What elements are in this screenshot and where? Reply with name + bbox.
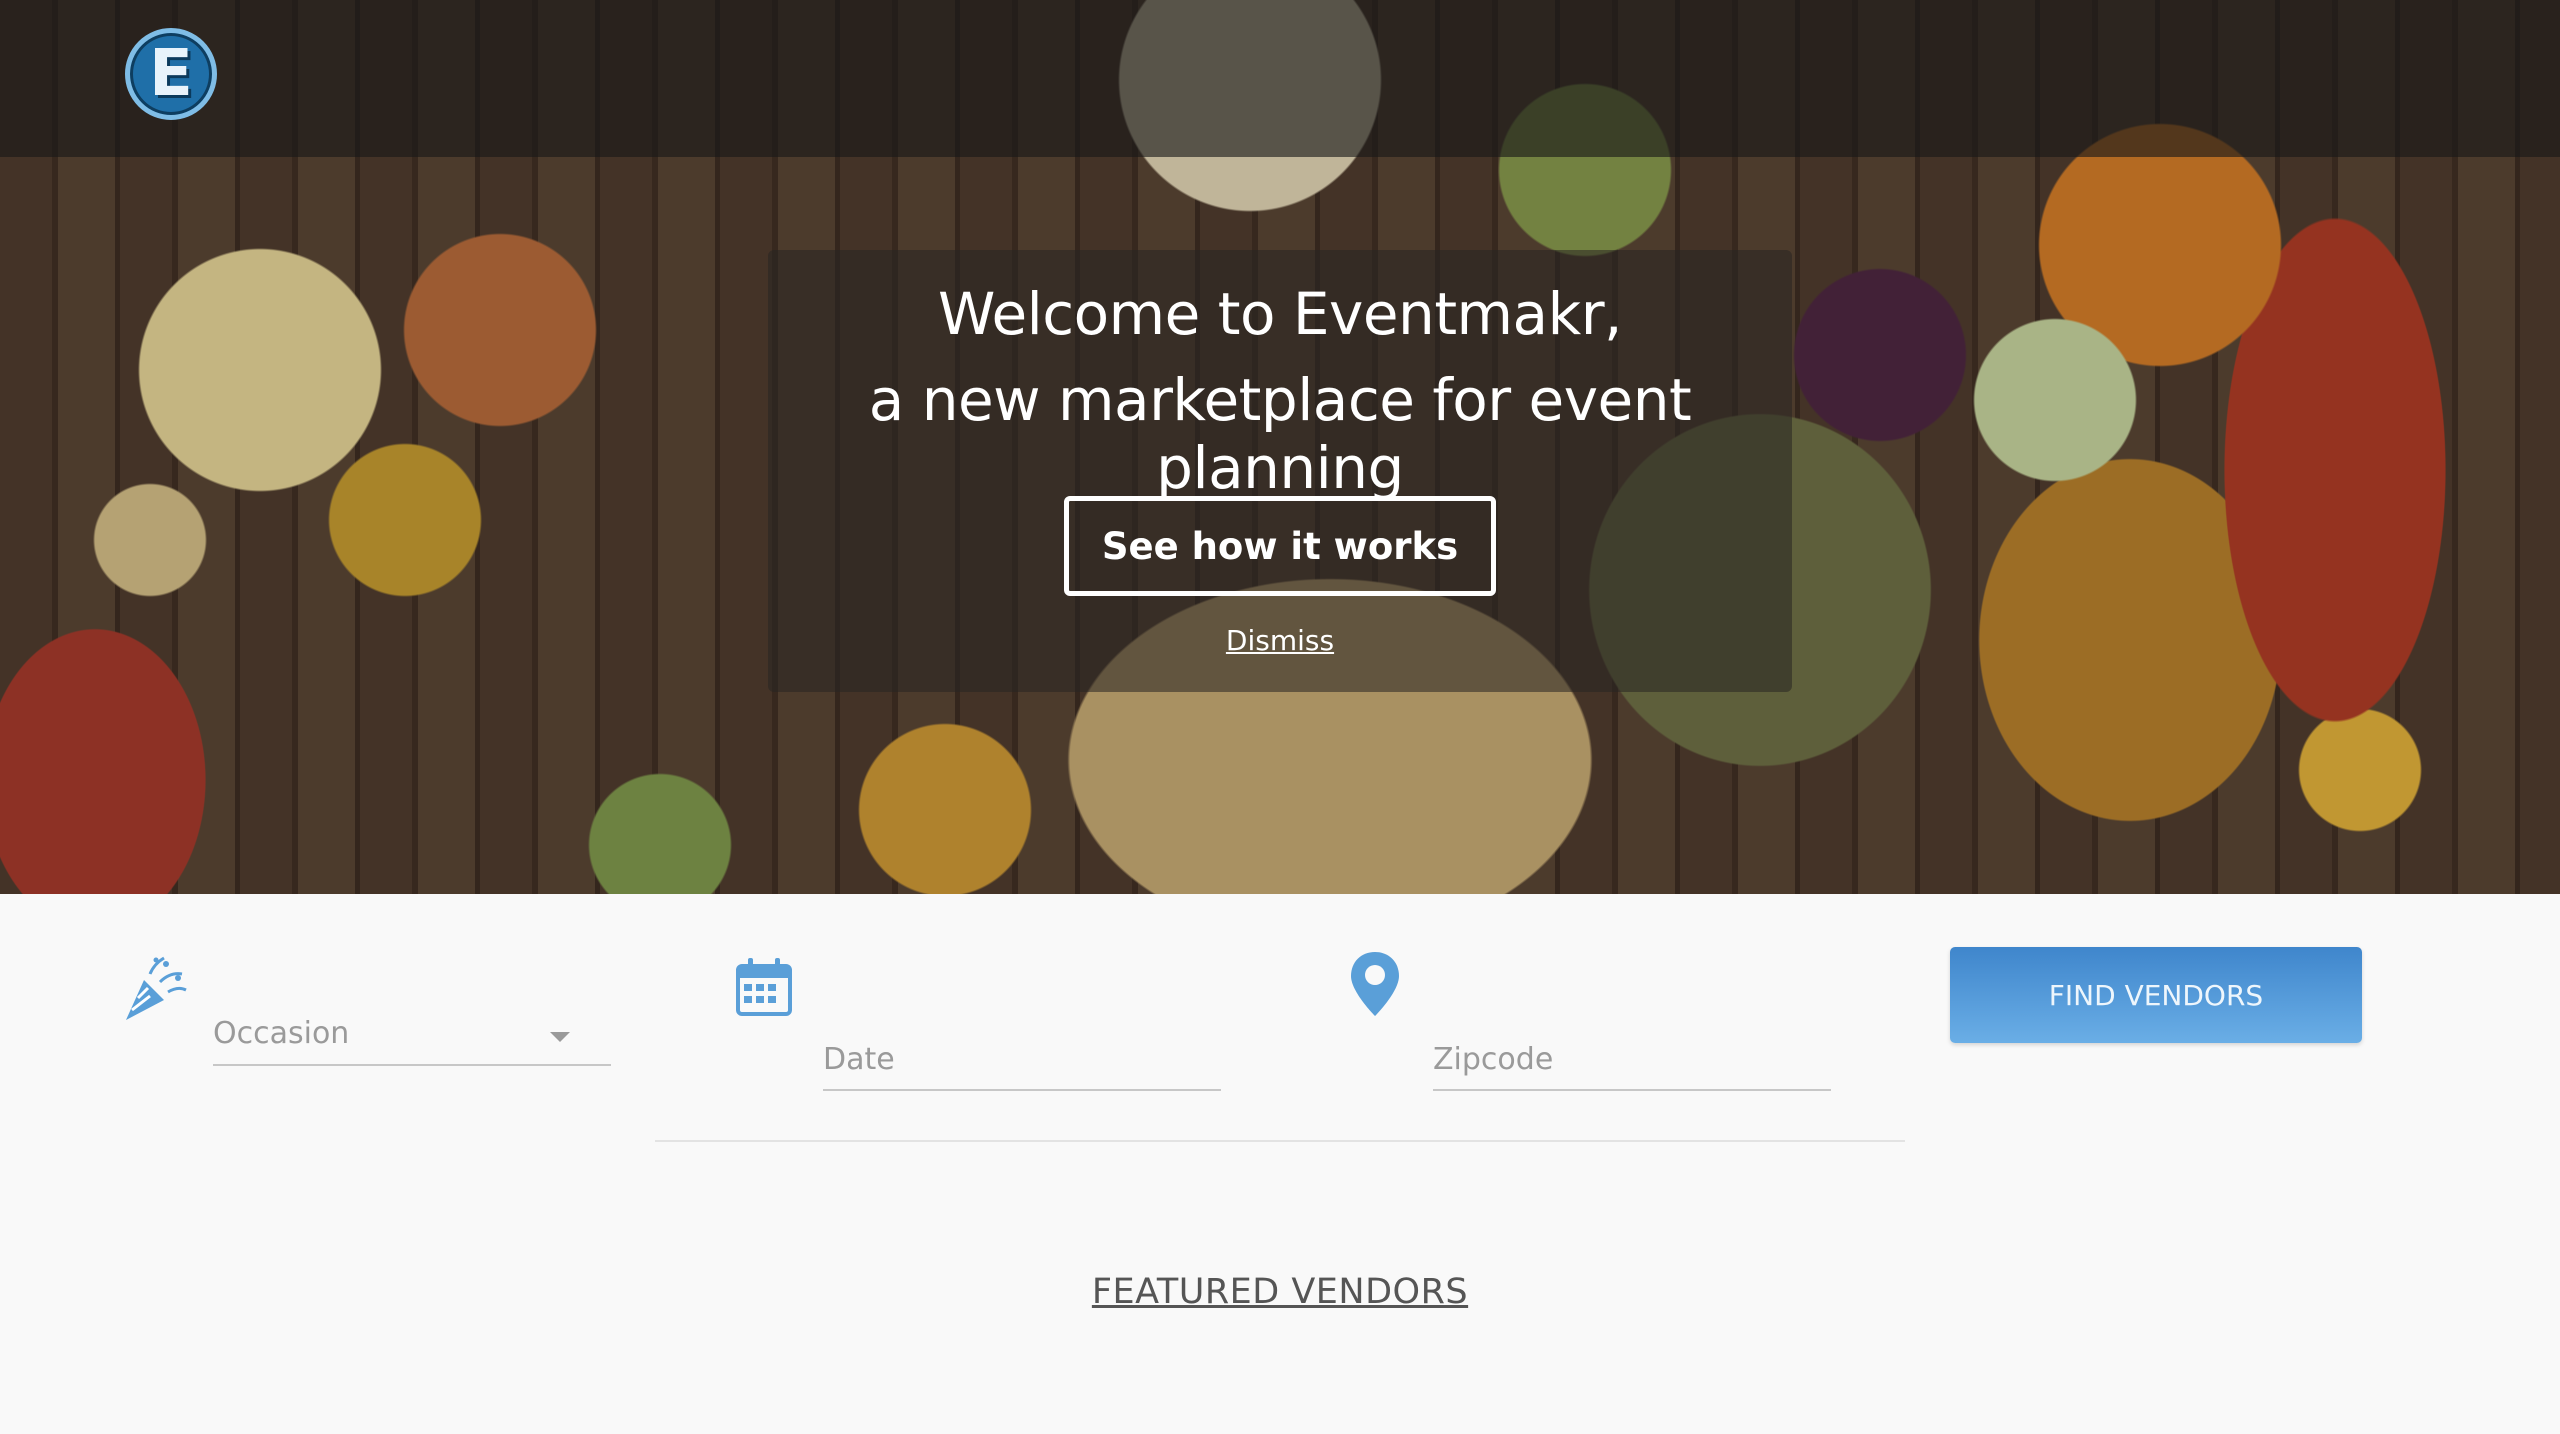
zipcode-input[interactable]: Zipcode [1433,1042,1553,1077]
section-divider [655,1140,1905,1142]
occasion-underline [213,1064,611,1066]
find-vendors-button[interactable]: FIND VENDORS [1950,947,2362,1043]
featured-vendors-heading[interactable]: FEATURED VENDORS [0,1272,2560,1312]
welcome-subheading: a new marketplace for event planning [868,366,1692,502]
eventmakr-logo[interactable]: E [125,28,217,120]
see-how-it-works-button[interactable]: See how it works [1064,496,1496,596]
party-popper-icon [126,956,187,1020]
calendar-icon [736,958,792,1016]
map-pin-icon [1351,952,1399,1016]
top-navigation-bar: E [0,0,2560,157]
zipcode-underline [1433,1089,1831,1091]
dismiss-link[interactable]: Dismiss [768,624,1792,657]
date-input[interactable]: Date [823,1042,895,1077]
hero-banner: E Welcome to Eventmakr, a new marketplac… [0,0,2560,894]
chevron-down-icon[interactable] [550,1032,570,1042]
logo-letter: E [149,37,193,111]
welcome-overlay: Welcome to Eventmakr, a new marketplace … [768,250,1792,692]
occasion-select-value[interactable]: Occasion [213,1016,349,1051]
welcome-heading: Welcome to Eventmakr, [938,280,1622,348]
date-underline [823,1089,1221,1091]
vendor-search-section: Occasion Date Zipcode FIND VENDORS FEATU… [0,894,2560,1434]
